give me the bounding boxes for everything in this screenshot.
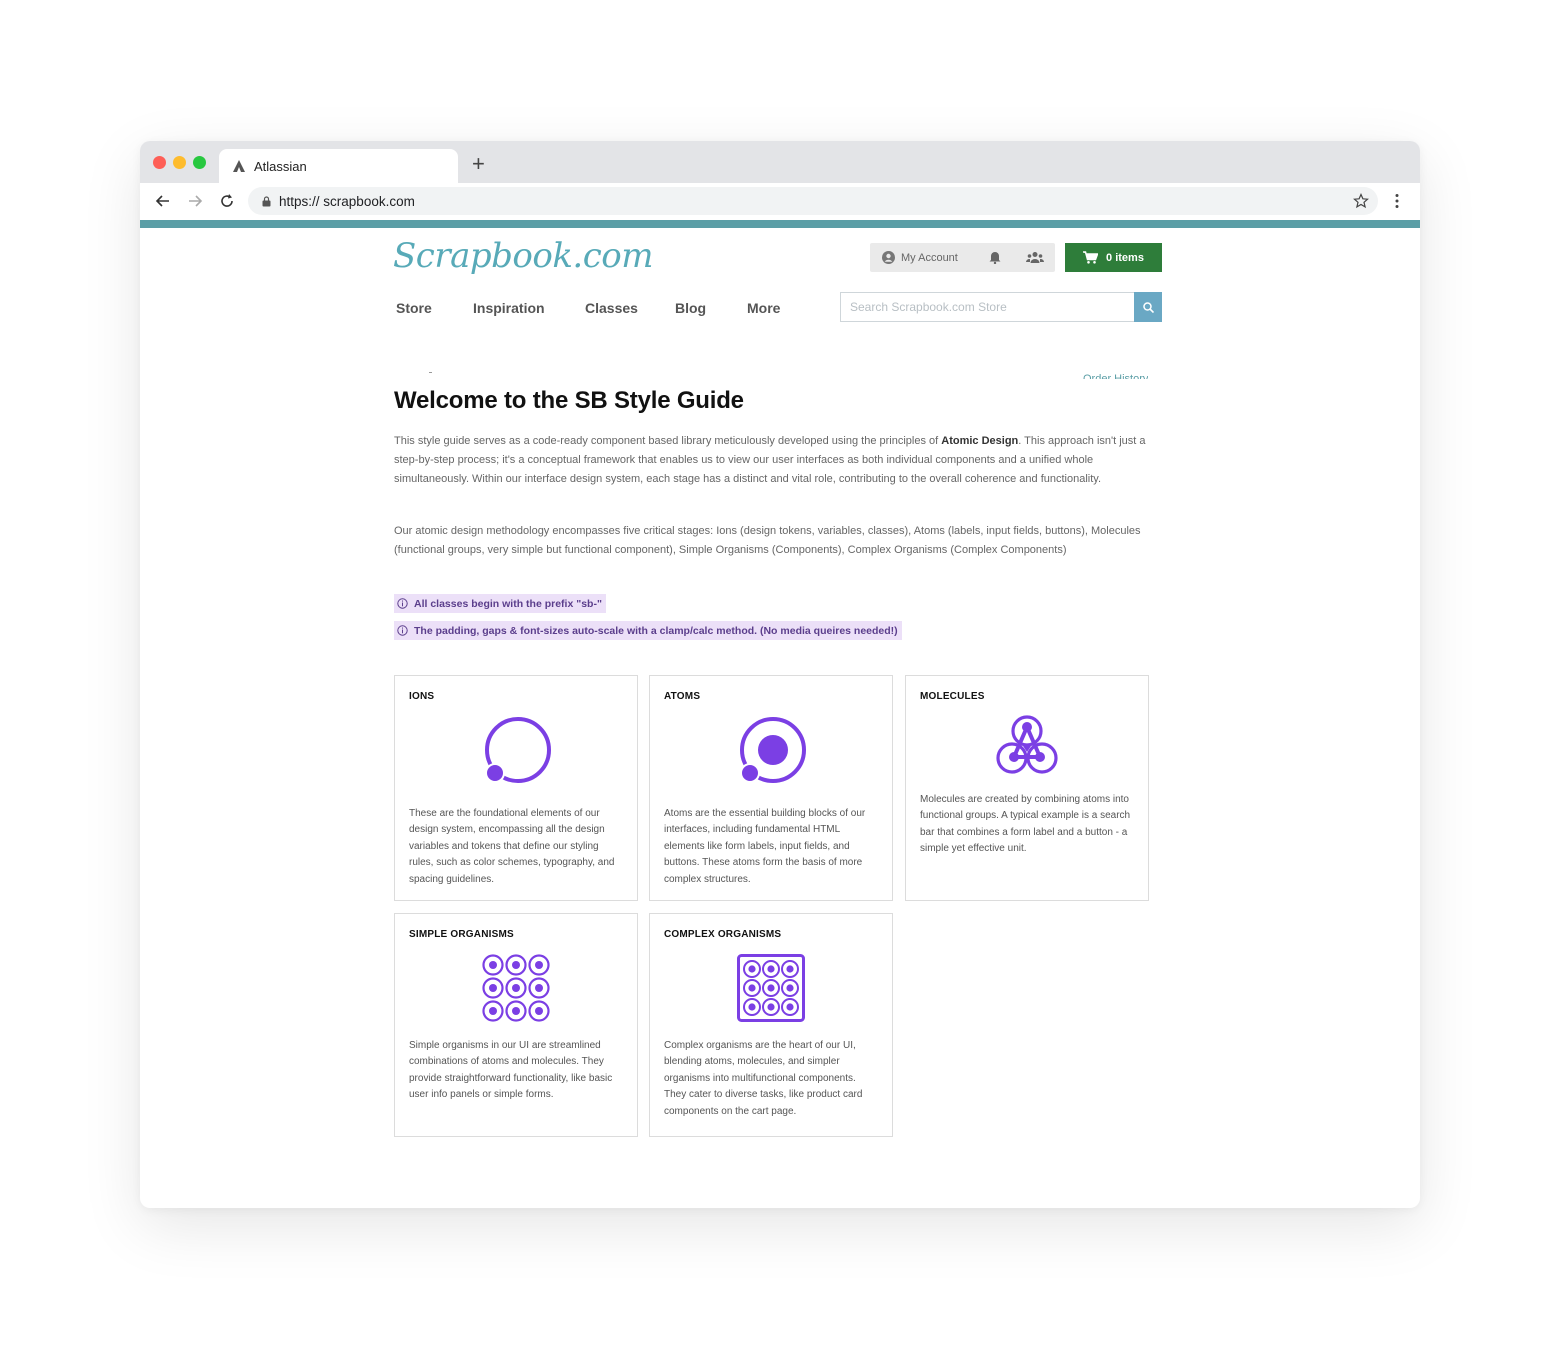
card-text: Atoms are the essential building blocks … [664,808,866,885]
atlassian-icon [233,160,245,172]
intro-paragraph: This style guide serves as a code-ready … [394,432,1154,488]
tab-title: Atlassian [254,158,307,174]
card-text: Simple organisms in our UI are streamlin… [409,1040,613,1101]
browser-tab[interactable]: Atlassian [219,149,458,183]
callout-autoscale: The padding, gaps & font-sizes auto-scal… [394,621,902,640]
card-molecules[interactable]: MOLECULES Molecules are created by combi… [905,675,1149,901]
browser-toolbar: https:// scrapbook.com [140,183,1420,220]
card-title: SIMPLE ORGANISMS [409,929,514,940]
site-logo[interactable]: Scrapbook.com [393,236,654,276]
card-title: MOLECULES [920,691,985,702]
site-top-stripe [140,220,1420,228]
kebab-menu-icon[interactable] [1394,193,1400,209]
search-button[interactable] [1134,292,1162,322]
card-simple-organisms[interactable]: SIMPLE ORGANISMS Simple organisms in our [394,913,638,1137]
tab-bar: Atlassian + [140,141,1420,183]
bell-icon[interactable] [989,251,1001,264]
complex-organism-icon [737,954,805,1022]
card-atoms[interactable]: ATOMS Atoms are the essential building b… [649,675,893,901]
minimize-window-button[interactable] [173,156,186,169]
atom-icon [740,717,806,783]
stages-paragraph: Our atomic design methodology encompasse… [394,525,1141,556]
card-ions[interactable]: IONS These are the foundational elements… [394,675,638,901]
card-title: ATOMS [664,691,701,702]
card-text: Molecules are created by combining atoms… [920,794,1131,855]
ion-icon [485,717,551,783]
my-account-button[interactable]: My Account [870,251,970,264]
info-icon [397,625,408,636]
my-account-label: My Account [901,251,958,264]
url-host: scrapbook.com [323,193,415,209]
user-icon [882,251,895,264]
page-title: Welcome to the SB Style Guide [394,387,744,414]
callout-autoscale-text: The padding, gaps & font-sizes auto-scal… [414,624,898,637]
store-search [840,292,1162,322]
intro-bold: Atomic Design [941,435,1019,447]
main-nav: Store Inspiration Classes Blog More [396,300,780,316]
lock-icon [262,195,271,206]
group-icon[interactable] [1026,251,1044,264]
card-complex-organisms[interactable]: COMPLEX ORGANISMS Complex organisms are … [649,913,893,1137]
cart-icon [1083,251,1099,264]
browser-window: Atlassian + https:// scrapbook.com Scrap… [140,141,1420,1208]
star-icon[interactable] [1353,193,1369,209]
card-title: COMPLEX ORGANISMS [664,929,782,940]
intro-text-a: This style guide serves as a code-ready … [394,435,942,447]
nav-more[interactable]: More [747,300,780,316]
page-content: Scrapbook.com My Account 0 items Store I… [140,228,1420,1208]
card-text: Complex organisms are the heart of our U… [664,1040,863,1117]
order-history-link[interactable]: Order History [1083,371,1148,379]
nav-blog[interactable]: Blog [675,300,747,316]
maximize-window-button[interactable] [193,156,206,169]
address-bar[interactable]: https:// scrapbook.com [248,187,1378,215]
back-arrow-icon [155,195,169,207]
callout-prefix: All classes begin with the prefix "sb-" [394,594,606,613]
breadcrumb-fragment [429,372,432,373]
cart-button[interactable]: 0 items [1065,243,1162,272]
molecule-icon [996,715,1058,774]
search-input[interactable] [840,292,1134,322]
back-button[interactable] [153,191,173,211]
forward-button[interactable] [185,191,205,211]
callout-prefix-text: All classes begin with the prefix "sb-" [414,597,602,610]
card-text: These are the foundational elements of o… [409,808,615,885]
nav-classes[interactable]: Classes [585,300,675,316]
new-tab-button[interactable]: + [472,151,485,177]
nav-store[interactable]: Store [396,300,473,316]
account-toolbar: My Account [870,243,1055,272]
forward-arrow-icon [189,195,203,207]
card-title: IONS [409,691,435,702]
url-text: https:// scrapbook.com [279,194,415,209]
info-icon [397,598,408,609]
cart-count: 0 items [1106,251,1144,264]
reload-button[interactable] [217,191,237,211]
simple-organism-icon [482,954,550,1022]
search-icon [1142,301,1154,313]
url-scheme: https:// [279,193,320,209]
close-window-button[interactable] [153,156,166,169]
nav-inspiration[interactable]: Inspiration [473,300,585,316]
reload-icon [221,194,233,207]
